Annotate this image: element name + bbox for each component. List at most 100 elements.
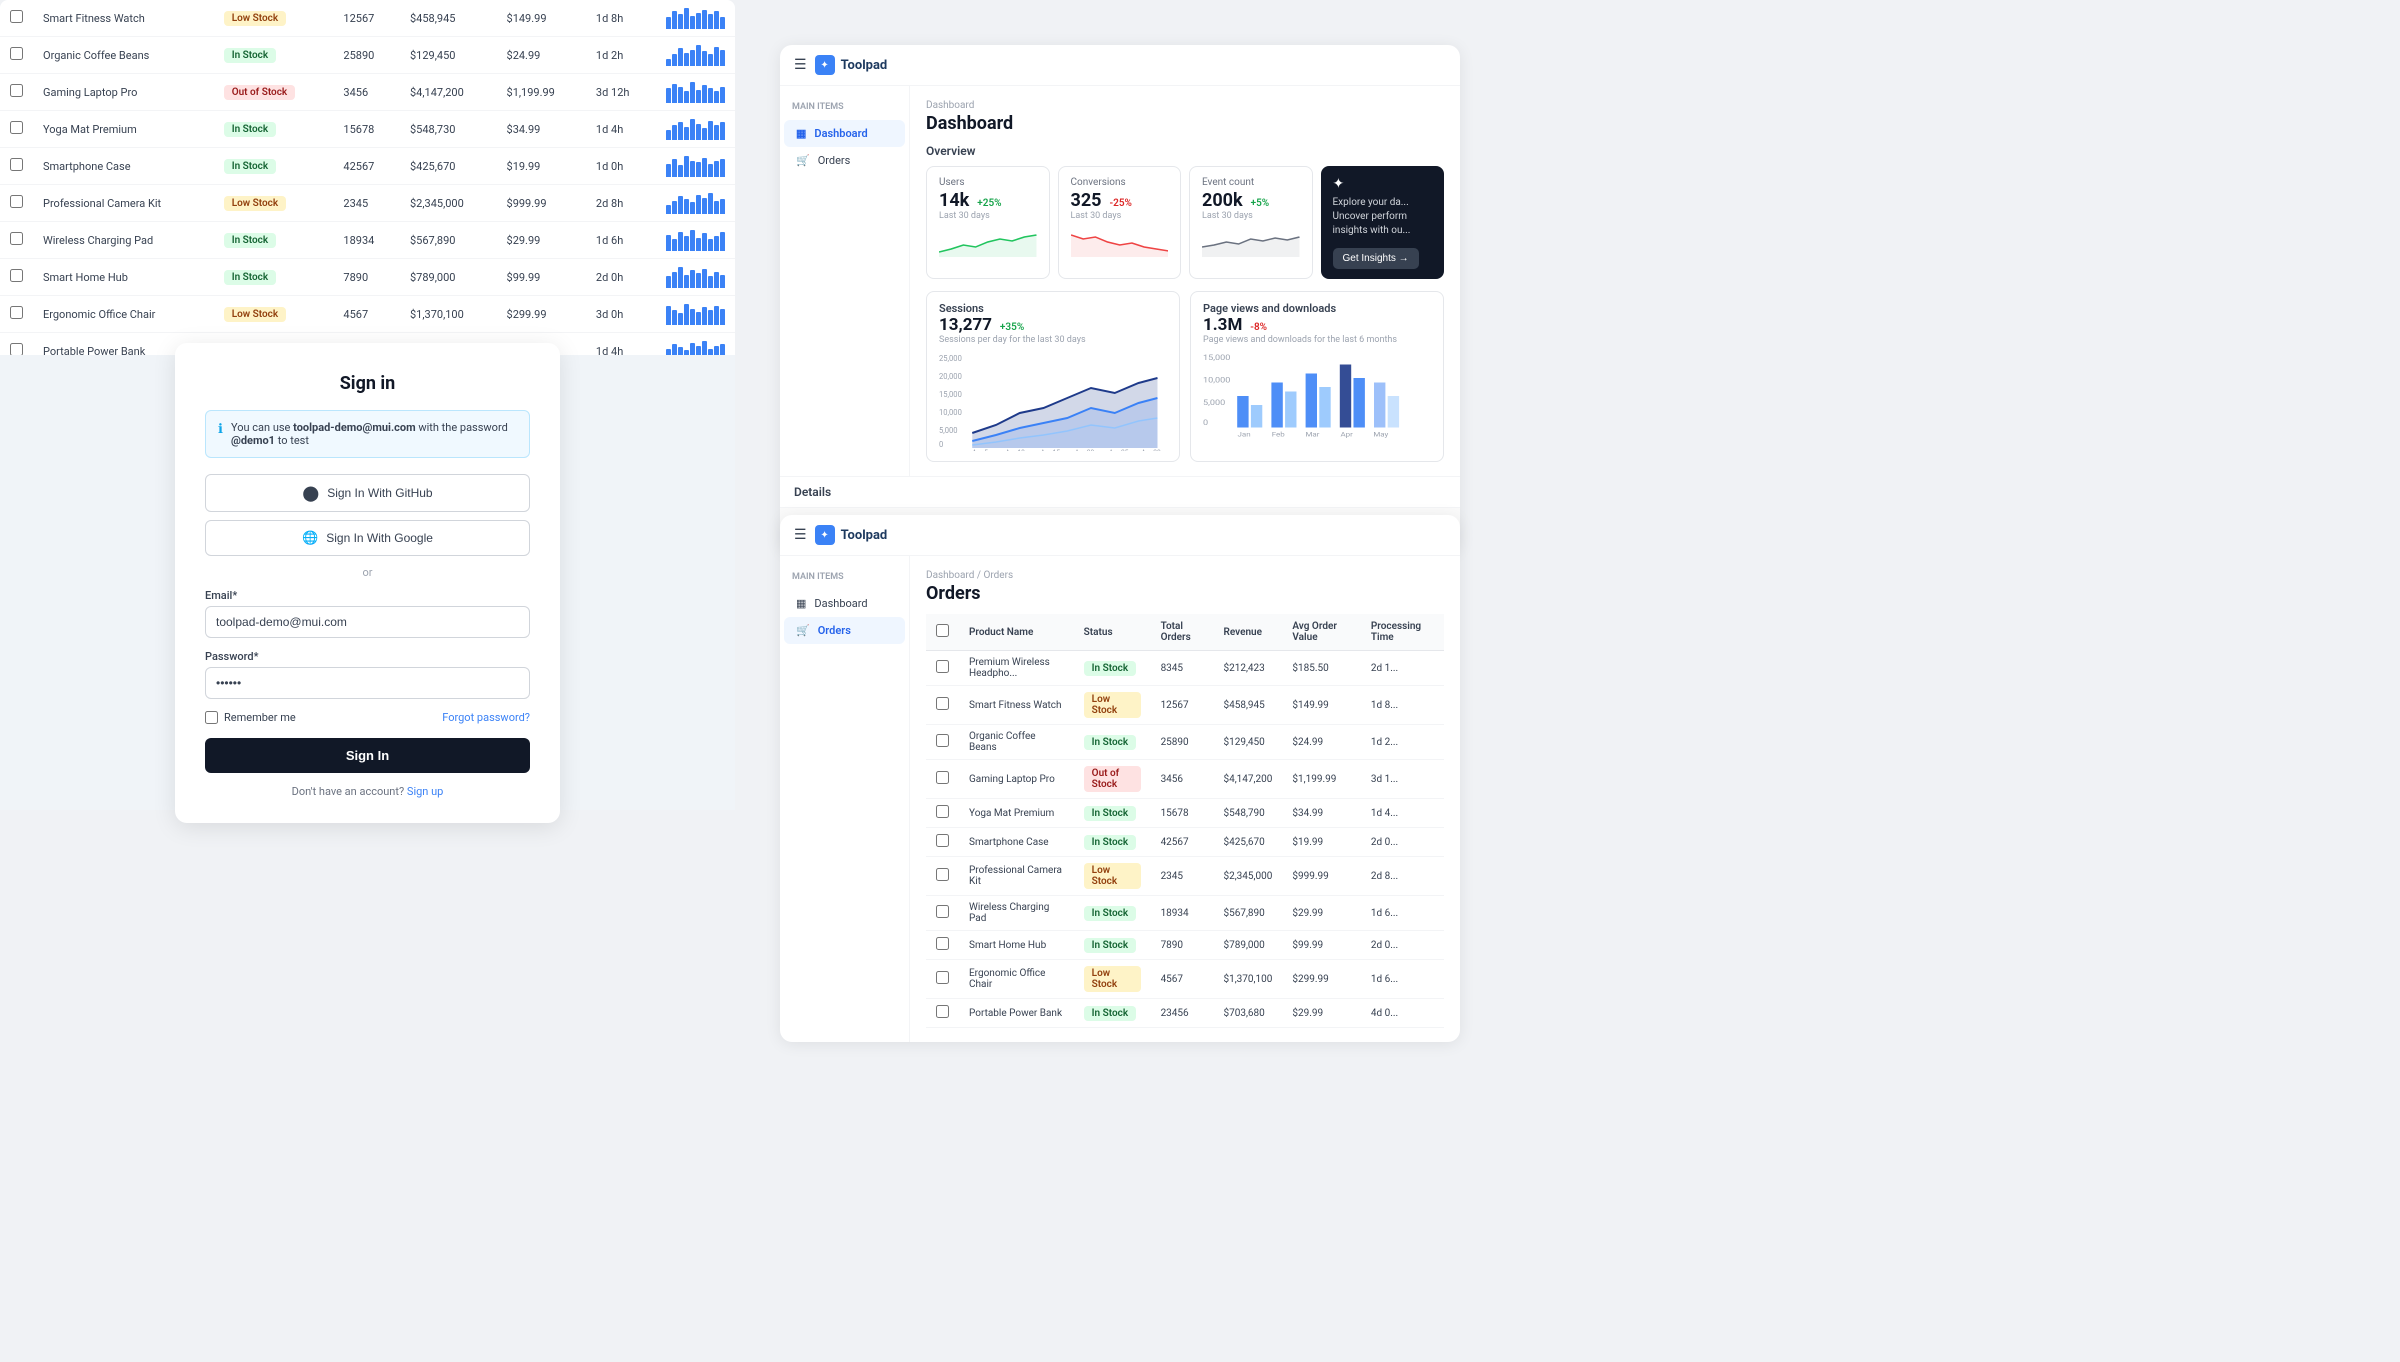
explore-card: ✦ Explore your da...Uncover perform insi… [1321,166,1445,279]
orders-product-revenue: $425,670 [1213,828,1282,857]
orders-sidebar-item-dashboard[interactable]: ▦ Dashboard [784,590,905,617]
product-qty: 2345 [333,185,400,222]
svg-text:Apr 25: Apr 25 [1109,449,1129,451]
orders-row: Ergonomic Office Chair Low Stock 4567 $1… [926,960,1444,999]
orders-sidebar-item-orders[interactable]: 🛒 Orders [784,617,905,644]
event-count-mini-chart [1202,227,1300,257]
signup-link[interactable]: Sign up [407,785,443,798]
orders-row-checkbox[interactable] [926,857,959,896]
table-row: Yoga Mat Premium In Stock 15678 $548,730… [0,111,735,148]
svg-text:25,000: 25,000 [939,354,962,363]
sidebar-item-dashboard[interactable]: ▦ Dashboard [784,120,905,147]
google-signin-btn[interactable]: 🌐 Sign In With Google [205,520,530,556]
orders-product-avg: $29.99 [1282,999,1360,1028]
signin-card: Sign in ℹ You can use toolpad-demo@mui.c… [175,343,560,823]
orders-product-total: 25890 [1151,725,1214,760]
product-avg: $1,199.99 [497,74,586,111]
row-checkbox-cell[interactable] [0,74,33,111]
row-checkbox-cell[interactable] [0,0,33,37]
product-qty: 7890 [333,259,400,296]
orders-product-total: 15678 [1151,799,1214,828]
password-input[interactable] [205,667,530,699]
form-options-row: Remember me Forgot password? [205,711,530,724]
sidebar-item-orders[interactable]: 🛒 Orders [784,147,905,174]
orders-logo-icon: ✦ [815,525,835,545]
forgot-password-link[interactable]: Forgot password? [442,711,530,724]
conversions-sparkline [1071,227,1169,257]
event-count-metric-card: Event count 200k +5% Last 30 days [1189,166,1313,279]
row-checkbox-cell[interactable] [0,148,33,185]
orders-row-checkbox[interactable] [926,896,959,931]
orders-product-processing: 4d 0... [1361,999,1444,1028]
orders-product-total: 4567 [1151,960,1214,999]
orders-row-checkbox[interactable] [926,960,959,999]
signup-link-row: Don't have an account? Sign up [205,785,530,798]
signin-submit-btn[interactable]: Sign In [205,738,530,773]
github-signin-btn[interactable]: ⬤ Sign In With GitHub [205,474,530,512]
dashboard-main: Dashboard Dashboard Overview Users 14k +… [910,86,1460,476]
product-sparkline [656,0,735,37]
users-metric-sublabel: Last 30 days [939,211,1037,221]
orders-product-revenue: $212,423 [1213,651,1282,686]
svg-text:10,000: 10,000 [1203,376,1231,385]
product-avg: $299.99 [497,296,586,333]
email-input[interactable] [205,606,530,638]
orders-product-total: 8345 [1151,651,1214,686]
product-processing: 2d 0h [586,259,656,296]
orders-row-checkbox[interactable] [926,999,959,1028]
orders-product-avg: $999.99 [1282,857,1360,896]
orders-product-total: 42567 [1151,828,1214,857]
orders-row-checkbox[interactable] [926,760,959,799]
orders-product-name: Smart Fitness Watch [959,686,1074,725]
dashboard-icon: ▦ [796,127,806,140]
row-checkbox-cell[interactable] [0,296,33,333]
orders-row: Smart Home Hub In Stock 7890 $789,000 $9… [926,931,1444,960]
users-metric-card: Users 14k +25% Last 30 days [926,166,1050,279]
svg-text:15,000: 15,000 [1203,354,1231,363]
sidebar-section-label: Main Items [780,98,909,116]
orders-product-name: Smartphone Case [959,828,1074,857]
row-checkbox-cell[interactable] [0,259,33,296]
google-icon: 🌐 [302,530,318,546]
svg-text:Jan: Jan [1237,430,1250,438]
event-count-sparkline [1202,227,1300,257]
orders-row-checkbox[interactable] [926,799,959,828]
conversions-metric-value-row: 325 -25% [1071,190,1169,211]
orders-product-total: 18934 [1151,896,1214,931]
orders-orders-icon: 🛒 [796,624,810,637]
orders-row-checkbox[interactable] [926,828,959,857]
orders-product-processing: 2d 8... [1361,857,1444,896]
row-checkbox-cell[interactable] [0,222,33,259]
svg-text:Apr: Apr [1340,430,1353,438]
orders-product-processing: 2d 0... [1361,828,1444,857]
product-revenue: $789,000 [400,259,497,296]
orders-product-avg: $185.50 [1282,651,1360,686]
password-group: Password* [205,650,530,699]
orders-row: Yoga Mat Premium In Stock 15678 $548,790… [926,799,1444,828]
row-checkbox-cell[interactable] [0,185,33,222]
row-checkbox-cell[interactable] [0,37,33,74]
orders-row-checkbox[interactable] [926,725,959,760]
orders-menu-icon[interactable]: ☰ [794,527,807,543]
row-checkbox-cell[interactable] [0,111,33,148]
product-avg: $149.99 [497,0,586,37]
get-insights-btn[interactable]: Get Insights → [1333,248,1419,269]
menu-icon[interactable]: ☰ [794,57,807,73]
orders-product-revenue: $789,000 [1213,931,1282,960]
orders-row-checkbox[interactable] [926,931,959,960]
orders-select-all[interactable] [926,614,959,651]
product-status: Out of Stock [214,74,334,111]
pageviews-chart-value: 1.3M [1203,315,1242,335]
product-processing: 1d 2h [586,37,656,74]
product-processing: 3d 0h [586,296,656,333]
remember-me-checkbox[interactable] [205,711,218,724]
orders-product-status: Low Stock [1074,857,1151,896]
remember-me-label[interactable]: Remember me [205,711,296,724]
orders-row-checkbox[interactable] [926,686,959,725]
sessions-chart-title: Sessions [939,302,1167,315]
users-sparkline [939,227,1037,257]
orders-product-name: Professional Camera Kit [959,857,1074,896]
dashboard-panel: ☰ ✦ Toolpad Main Items ▦ Dashboard 🛒 Ord… [780,45,1460,552]
product-avg: $24.99 [497,37,586,74]
orders-row-checkbox[interactable] [926,651,959,686]
